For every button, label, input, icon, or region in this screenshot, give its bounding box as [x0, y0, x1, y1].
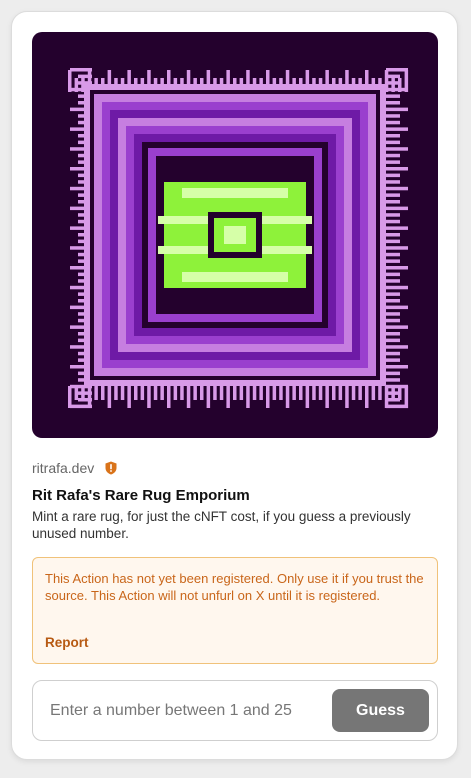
- action-title: Rit Rafa's Rare Rug Emporium: [32, 487, 250, 504]
- action-domain[interactable]: ritrafa.dev: [32, 460, 94, 476]
- report-link[interactable]: Report: [45, 635, 89, 650]
- guess-button[interactable]: Guess: [332, 689, 429, 732]
- number-input[interactable]: [48, 693, 322, 729]
- action-description: Mint a rare rug, for just the cNFT cost,…: [32, 509, 411, 541]
- unregistered-warning: This Action has not yet been registered.…: [32, 557, 438, 664]
- guess-form: Guess: [32, 680, 438, 741]
- warning-shield-icon[interactable]: [104, 461, 118, 475]
- action-card: ritrafa.dev Rit Rafa's Rare Rug Emporium…: [11, 11, 458, 760]
- nft-image: [32, 32, 438, 438]
- source-row: ritrafa.dev: [32, 459, 118, 477]
- warning-text: This Action has not yet been registered.…: [45, 571, 424, 603]
- rug-pixel-art: [68, 68, 409, 409]
